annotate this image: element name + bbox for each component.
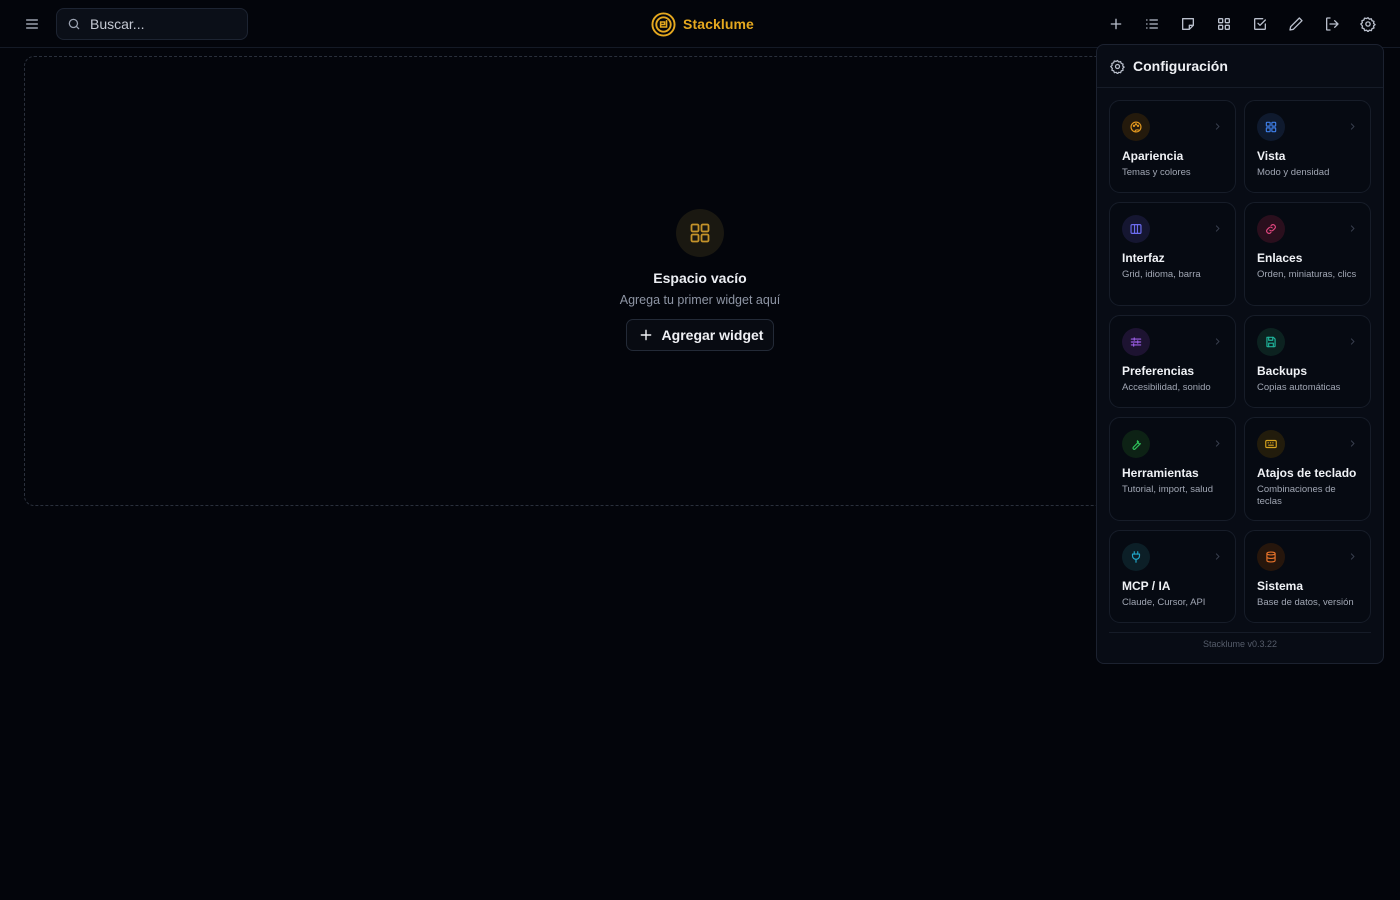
settings-card-mcp-ia[interactable]: MCP / IA Claude, Cursor, API: [1109, 530, 1236, 623]
add-widget-label: Agregar widget: [661, 327, 764, 343]
empty-state-subtitle: Agrega tu primer widget aquí: [619, 293, 781, 307]
app-name: Stacklume: [683, 16, 754, 32]
columns-icon: [1122, 215, 1150, 243]
settings-card-enlaces[interactable]: Enlaces Orden, miniaturas, clics: [1244, 202, 1371, 306]
search-input[interactable]: [90, 16, 230, 32]
chevron-right-icon: [1350, 553, 1355, 560]
settings-card-herramientas[interactable]: Herramientas Tutorial, import, salud: [1109, 417, 1236, 521]
settings-card-title: Atajos de teclado: [1257, 466, 1357, 480]
settings-grid: Apariencia Temas y colores Vista Modo y den…: [1109, 100, 1372, 632]
chevron-right-icon: [1350, 225, 1355, 232]
brand[interactable]: Stacklume: [651, 11, 754, 37]
toolbar: [1104, 12, 1380, 36]
gear-icon[interactable]: [1356, 12, 1380, 36]
wrench-icon: [1122, 430, 1150, 458]
empty-state-title: Espacio vacío: [653, 270, 747, 286]
menu-icon[interactable]: [20, 12, 44, 36]
database-icon: [1257, 543, 1285, 571]
search-box[interactable]: [56, 8, 248, 40]
chevron-right-icon: [1350, 338, 1355, 345]
grid-icon[interactable]: [1212, 12, 1236, 36]
top-bar: Stacklume: [0, 0, 1400, 48]
settings-card-title: MCP / IA: [1122, 579, 1171, 593]
sticky-note-icon[interactable]: [1176, 12, 1200, 36]
chevron-right-icon: [1215, 225, 1220, 232]
settings-title: Configuración: [1133, 58, 1228, 74]
settings-panel: Configuración Apariencia Temas y colores V…: [1096, 44, 1384, 664]
settings-card-desc: Modo y densidad: [1257, 167, 1330, 178]
settings-card-backups[interactable]: Backups Copias automáticas: [1244, 315, 1371, 408]
grid-icon: [676, 209, 724, 257]
checkbox-icon[interactable]: [1248, 12, 1272, 36]
settings-card-desc: Combinaciones de teclas: [1257, 484, 1336, 507]
version-label: Stacklume v0.3.22: [1109, 632, 1371, 649]
settings-card-desc: Tutorial, import, salud: [1122, 484, 1213, 495]
settings-header: Configuración: [1097, 45, 1383, 88]
settings-card-interfaz[interactable]: Interfaz Grid, idioma, barra: [1109, 202, 1236, 306]
settings-card-desc: Accesibilidad, sonido: [1122, 382, 1211, 393]
settings-card-desc: Temas y colores: [1122, 167, 1191, 178]
settings-card-desc: Base de datos, versión: [1257, 597, 1354, 608]
keyboard-icon: [1257, 430, 1285, 458]
logout-icon[interactable]: [1320, 12, 1344, 36]
chevron-right-icon: [1215, 553, 1220, 560]
settings-card-title: Interfaz: [1122, 251, 1165, 265]
logo-icon: [651, 11, 676, 37]
settings-card-desc: Copias automáticas: [1257, 382, 1341, 393]
gear-icon: [1110, 59, 1125, 74]
settings-card-preferencias[interactable]: Preferencias Accesibilidad, sonido: [1109, 315, 1236, 408]
plug-icon: [1122, 543, 1150, 571]
settings-card-desc: Grid, idioma, barra: [1122, 269, 1201, 280]
list-icon[interactable]: [1140, 12, 1164, 36]
pencil-icon[interactable]: [1284, 12, 1308, 36]
settings-card-title: Herramientas: [1122, 466, 1199, 480]
chevron-right-icon: [1350, 440, 1355, 447]
settings-card-title: Vista: [1257, 149, 1286, 163]
search-icon: [68, 18, 80, 30]
settings-card-desc: Claude, Cursor, API: [1122, 597, 1206, 608]
settings-card-desc: Orden, miniaturas, clics: [1257, 269, 1357, 280]
settings-card-apariencia[interactable]: Apariencia Temas y colores: [1109, 100, 1236, 193]
chevron-right-icon: [1215, 123, 1220, 130]
add-widget-button[interactable]: Agregar widget: [625, 319, 775, 351]
settings-card-title: Enlaces: [1257, 251, 1303, 265]
sliders-icon: [1122, 328, 1150, 356]
link-icon: [1257, 215, 1285, 243]
chevron-right-icon: [1350, 123, 1355, 130]
chevron-right-icon: [1215, 440, 1220, 447]
settings-card-title: Backups: [1257, 364, 1308, 378]
add-icon[interactable]: [1104, 12, 1128, 36]
settings-card-title: Sistema: [1257, 579, 1304, 593]
chevron-right-icon: [1215, 338, 1220, 345]
settings-card-sistema[interactable]: Sistema Base de datos, versión: [1244, 530, 1371, 623]
palette-icon: [1122, 113, 1150, 141]
settings-card-vista[interactable]: Vista Modo y densidad: [1244, 100, 1371, 193]
settings-card-atajos-de-teclado[interactable]: Atajos de teclado Combinaciones de teclas: [1244, 417, 1371, 521]
plus-icon: [640, 329, 651, 341]
grid-icon: [1257, 113, 1285, 141]
settings-card-title: Apariencia: [1122, 149, 1184, 163]
save-icon: [1257, 328, 1285, 356]
settings-card-title: Preferencias: [1122, 364, 1195, 378]
